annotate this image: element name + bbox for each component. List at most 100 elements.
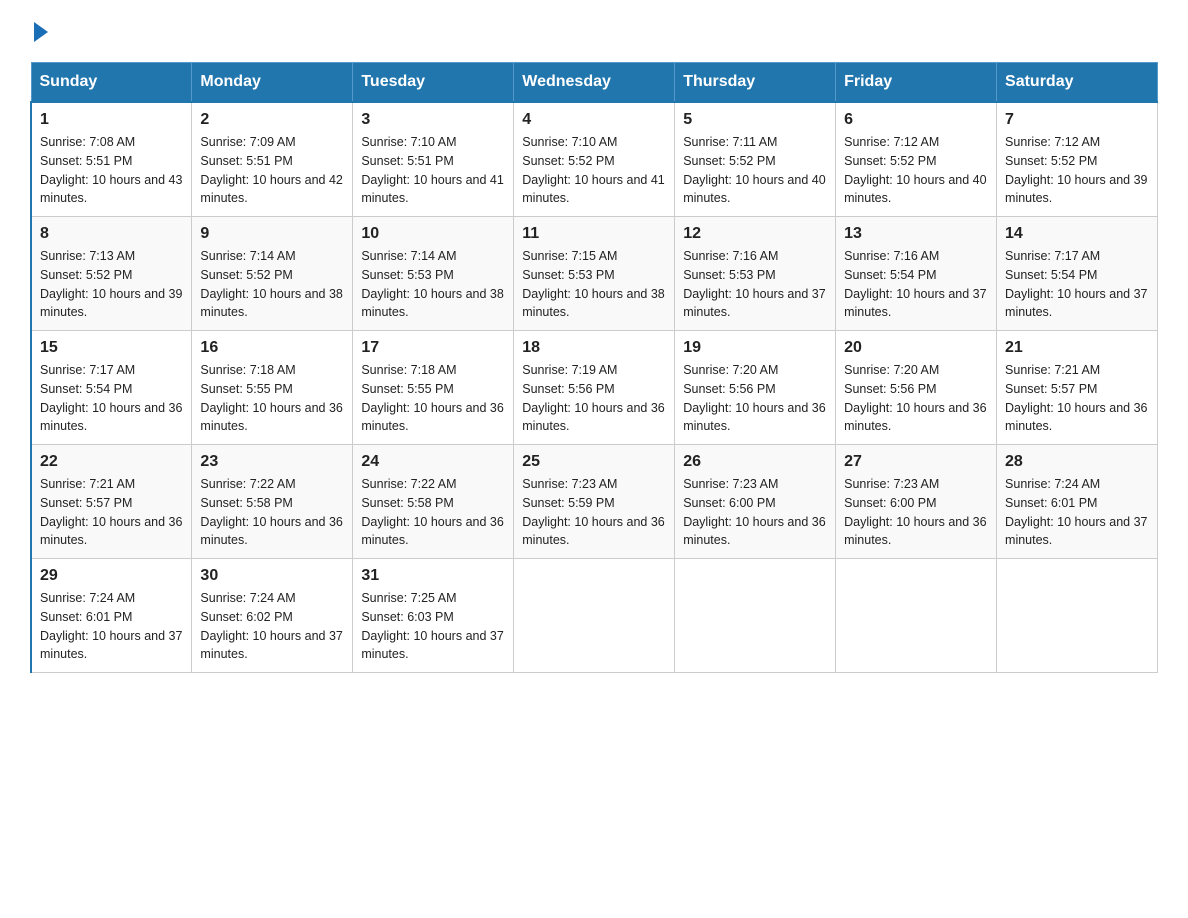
day-number: 23	[200, 453, 344, 471]
calendar-cell: 15 Sunrise: 7:17 AM Sunset: 5:54 PM Dayl…	[31, 331, 192, 445]
calendar-cell: 21 Sunrise: 7:21 AM Sunset: 5:57 PM Dayl…	[997, 331, 1158, 445]
day-number: 15	[40, 339, 183, 357]
day-info: Sunrise: 7:25 AM Sunset: 6:03 PM Dayligh…	[361, 589, 505, 664]
logo	[30, 20, 48, 42]
calendar-week-row: 15 Sunrise: 7:17 AM Sunset: 5:54 PM Dayl…	[31, 331, 1158, 445]
calendar-cell: 27 Sunrise: 7:23 AM Sunset: 6:00 PM Dayl…	[836, 445, 997, 559]
day-info: Sunrise: 7:12 AM Sunset: 5:52 PM Dayligh…	[844, 133, 988, 208]
day-info: Sunrise: 7:21 AM Sunset: 5:57 PM Dayligh…	[40, 475, 183, 550]
day-info: Sunrise: 7:24 AM Sunset: 6:02 PM Dayligh…	[200, 589, 344, 664]
day-number: 8	[40, 225, 183, 243]
calendar-cell	[675, 559, 836, 673]
calendar-cell: 5 Sunrise: 7:11 AM Sunset: 5:52 PM Dayli…	[675, 102, 836, 217]
day-info: Sunrise: 7:23 AM Sunset: 6:00 PM Dayligh…	[844, 475, 988, 550]
day-number: 28	[1005, 453, 1149, 471]
calendar-cell: 28 Sunrise: 7:24 AM Sunset: 6:01 PM Dayl…	[997, 445, 1158, 559]
day-number: 11	[522, 225, 666, 243]
day-info: Sunrise: 7:21 AM Sunset: 5:57 PM Dayligh…	[1005, 361, 1149, 436]
calendar-cell	[514, 559, 675, 673]
day-info: Sunrise: 7:17 AM Sunset: 5:54 PM Dayligh…	[40, 361, 183, 436]
day-number: 20	[844, 339, 988, 357]
day-info: Sunrise: 7:09 AM Sunset: 5:51 PM Dayligh…	[200, 133, 344, 208]
calendar-cell: 2 Sunrise: 7:09 AM Sunset: 5:51 PM Dayli…	[192, 102, 353, 217]
day-info: Sunrise: 7:20 AM Sunset: 5:56 PM Dayligh…	[683, 361, 827, 436]
calendar-cell: 24 Sunrise: 7:22 AM Sunset: 5:58 PM Dayl…	[353, 445, 514, 559]
day-number: 7	[1005, 111, 1149, 129]
day-number: 9	[200, 225, 344, 243]
calendar-week-row: 22 Sunrise: 7:21 AM Sunset: 5:57 PM Dayl…	[31, 445, 1158, 559]
day-number: 27	[844, 453, 988, 471]
calendar-week-row: 29 Sunrise: 7:24 AM Sunset: 6:01 PM Dayl…	[31, 559, 1158, 673]
calendar-cell: 22 Sunrise: 7:21 AM Sunset: 5:57 PM Dayl…	[31, 445, 192, 559]
calendar-cell: 13 Sunrise: 7:16 AM Sunset: 5:54 PM Dayl…	[836, 217, 997, 331]
calendar-cell: 26 Sunrise: 7:23 AM Sunset: 6:00 PM Dayl…	[675, 445, 836, 559]
column-header-friday: Friday	[836, 63, 997, 103]
calendar-cell: 9 Sunrise: 7:14 AM Sunset: 5:52 PM Dayli…	[192, 217, 353, 331]
column-header-sunday: Sunday	[31, 63, 192, 103]
day-info: Sunrise: 7:10 AM Sunset: 5:51 PM Dayligh…	[361, 133, 505, 208]
day-number: 19	[683, 339, 827, 357]
calendar-cell: 18 Sunrise: 7:19 AM Sunset: 5:56 PM Dayl…	[514, 331, 675, 445]
calendar-cell: 19 Sunrise: 7:20 AM Sunset: 5:56 PM Dayl…	[675, 331, 836, 445]
day-info: Sunrise: 7:08 AM Sunset: 5:51 PM Dayligh…	[40, 133, 183, 208]
calendar-week-row: 1 Sunrise: 7:08 AM Sunset: 5:51 PM Dayli…	[31, 102, 1158, 217]
calendar-cell	[836, 559, 997, 673]
calendar-cell: 3 Sunrise: 7:10 AM Sunset: 5:51 PM Dayli…	[353, 102, 514, 217]
day-number: 12	[683, 225, 827, 243]
day-info: Sunrise: 7:22 AM Sunset: 5:58 PM Dayligh…	[200, 475, 344, 550]
day-info: Sunrise: 7:12 AM Sunset: 5:52 PM Dayligh…	[1005, 133, 1149, 208]
day-info: Sunrise: 7:15 AM Sunset: 5:53 PM Dayligh…	[522, 247, 666, 322]
calendar-cell: 30 Sunrise: 7:24 AM Sunset: 6:02 PM Dayl…	[192, 559, 353, 673]
day-number: 17	[361, 339, 505, 357]
calendar-cell: 6 Sunrise: 7:12 AM Sunset: 5:52 PM Dayli…	[836, 102, 997, 217]
day-number: 18	[522, 339, 666, 357]
day-info: Sunrise: 7:24 AM Sunset: 6:01 PM Dayligh…	[1005, 475, 1149, 550]
calendar-cell: 10 Sunrise: 7:14 AM Sunset: 5:53 PM Dayl…	[353, 217, 514, 331]
column-header-thursday: Thursday	[675, 63, 836, 103]
day-number: 2	[200, 111, 344, 129]
day-info: Sunrise: 7:18 AM Sunset: 5:55 PM Dayligh…	[200, 361, 344, 436]
day-number: 25	[522, 453, 666, 471]
day-number: 16	[200, 339, 344, 357]
day-number: 30	[200, 567, 344, 585]
day-number: 29	[40, 567, 183, 585]
calendar-cell: 7 Sunrise: 7:12 AM Sunset: 5:52 PM Dayli…	[997, 102, 1158, 217]
calendar-cell: 12 Sunrise: 7:16 AM Sunset: 5:53 PM Dayl…	[675, 217, 836, 331]
day-info: Sunrise: 7:14 AM Sunset: 5:52 PM Dayligh…	[200, 247, 344, 322]
calendar-cell: 25 Sunrise: 7:23 AM Sunset: 5:59 PM Dayl…	[514, 445, 675, 559]
day-info: Sunrise: 7:19 AM Sunset: 5:56 PM Dayligh…	[522, 361, 666, 436]
column-header-saturday: Saturday	[997, 63, 1158, 103]
calendar-cell: 14 Sunrise: 7:17 AM Sunset: 5:54 PM Dayl…	[997, 217, 1158, 331]
day-number: 3	[361, 111, 505, 129]
day-info: Sunrise: 7:16 AM Sunset: 5:54 PM Dayligh…	[844, 247, 988, 322]
day-number: 13	[844, 225, 988, 243]
day-number: 6	[844, 111, 988, 129]
day-number: 22	[40, 453, 183, 471]
calendar-cell: 23 Sunrise: 7:22 AM Sunset: 5:58 PM Dayl…	[192, 445, 353, 559]
calendar-table: SundayMondayTuesdayWednesdayThursdayFrid…	[30, 62, 1158, 673]
day-number: 21	[1005, 339, 1149, 357]
day-number: 31	[361, 567, 505, 585]
calendar-cell: 16 Sunrise: 7:18 AM Sunset: 5:55 PM Dayl…	[192, 331, 353, 445]
page-header	[30, 20, 1158, 42]
day-number: 10	[361, 225, 505, 243]
day-number: 26	[683, 453, 827, 471]
calendar-cell: 20 Sunrise: 7:20 AM Sunset: 5:56 PM Dayl…	[836, 331, 997, 445]
calendar-header-row: SundayMondayTuesdayWednesdayThursdayFrid…	[31, 63, 1158, 103]
day-number: 5	[683, 111, 827, 129]
day-info: Sunrise: 7:11 AM Sunset: 5:52 PM Dayligh…	[683, 133, 827, 208]
calendar-cell: 4 Sunrise: 7:10 AM Sunset: 5:52 PM Dayli…	[514, 102, 675, 217]
day-number: 24	[361, 453, 505, 471]
day-info: Sunrise: 7:20 AM Sunset: 5:56 PM Dayligh…	[844, 361, 988, 436]
day-info: Sunrise: 7:24 AM Sunset: 6:01 PM Dayligh…	[40, 589, 183, 664]
column-header-monday: Monday	[192, 63, 353, 103]
calendar-cell: 11 Sunrise: 7:15 AM Sunset: 5:53 PM Dayl…	[514, 217, 675, 331]
column-header-wednesday: Wednesday	[514, 63, 675, 103]
day-number: 14	[1005, 225, 1149, 243]
day-info: Sunrise: 7:14 AM Sunset: 5:53 PM Dayligh…	[361, 247, 505, 322]
calendar-cell: 17 Sunrise: 7:18 AM Sunset: 5:55 PM Dayl…	[353, 331, 514, 445]
day-info: Sunrise: 7:16 AM Sunset: 5:53 PM Dayligh…	[683, 247, 827, 322]
calendar-cell	[997, 559, 1158, 673]
column-header-tuesday: Tuesday	[353, 63, 514, 103]
day-info: Sunrise: 7:23 AM Sunset: 5:59 PM Dayligh…	[522, 475, 666, 550]
